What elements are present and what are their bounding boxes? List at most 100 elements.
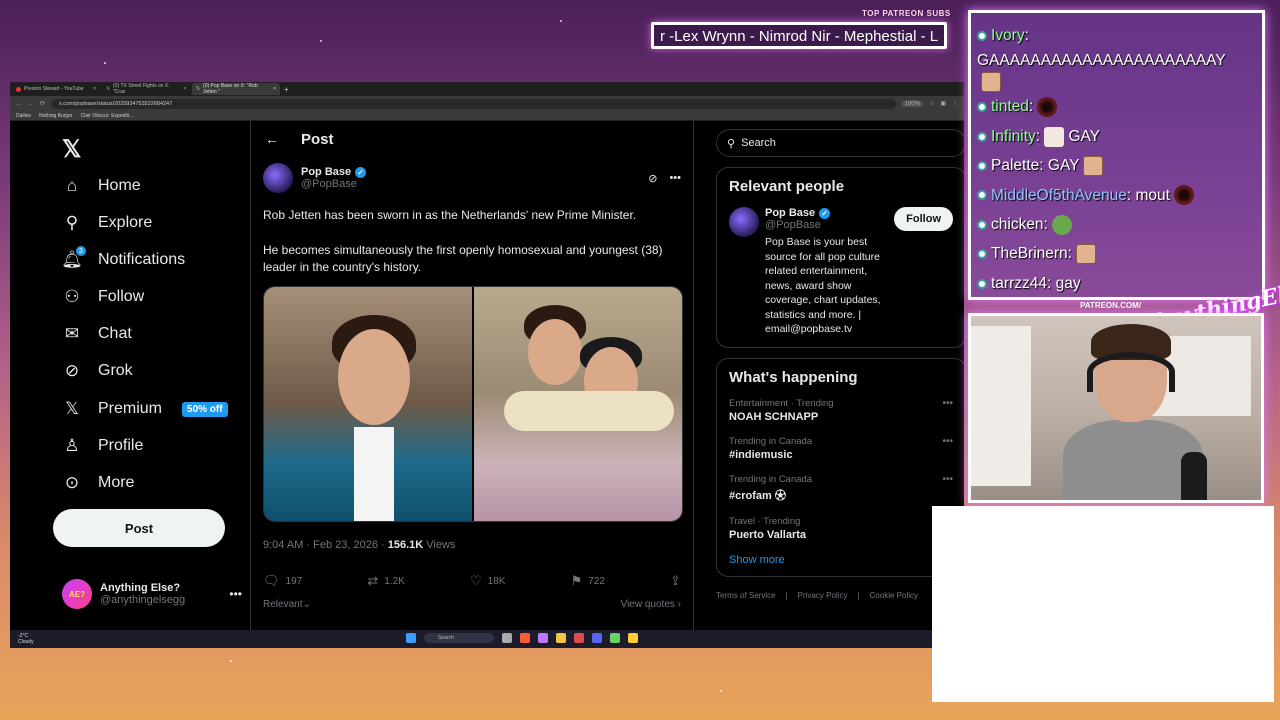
- avatar[interactable]: [729, 207, 759, 237]
- browser-tab-active[interactable]: 𝕏 (0) Pop Base on X: "Rob Jetten " ×: [192, 83, 280, 95]
- taskbar-search[interactable]: Search: [424, 633, 494, 643]
- bookmark-item[interactable]: Clair Obscur: Expediti...: [81, 113, 134, 119]
- grok-icon[interactable]: ⊘: [648, 172, 657, 185]
- author-actions: ⊘ •••: [648, 172, 681, 185]
- footer-link[interactable]: Terms of Service: [716, 591, 776, 600]
- avatar[interactable]: [263, 163, 293, 193]
- nav-label: Follow: [98, 288, 145, 305]
- emote-icon: [1083, 155, 1104, 176]
- close-icon[interactable]: ×: [93, 86, 96, 92]
- weather-widget[interactable]: -2°C Cloudy: [18, 633, 34, 645]
- nav-item-explore[interactable]: ⚲ Explore: [62, 211, 152, 235]
- repost-button[interactable]: ⇄ 1.2K: [367, 573, 404, 589]
- forward-icon[interactable]: →: [28, 101, 34, 107]
- app-icon[interactable]: [610, 633, 620, 643]
- more-dots-icon[interactable]: •••: [942, 436, 953, 447]
- more-icon: ⊙: [64, 473, 80, 492]
- folder-icon[interactable]: [556, 633, 566, 643]
- show-more-link[interactable]: Show more: [729, 554, 953, 566]
- nav-item-grok[interactable]: ⊘ Grok: [62, 359, 133, 383]
- author-name[interactable]: Pop Base ✓: [301, 166, 367, 178]
- author-handle[interactable]: @PopBase: [301, 178, 366, 190]
- nav-item-chat[interactable]: ✉ Chat: [62, 322, 132, 346]
- tweet-timestamp[interactable]: 9:04 AM · Feb 23, 2026 ·: [263, 539, 388, 551]
- footer-link[interactable]: Cookie Policy: [870, 591, 918, 600]
- chevron-right-icon: ›: [677, 599, 681, 610]
- search-icon: ⚲: [727, 137, 736, 150]
- post-button[interactable]: Post: [53, 509, 225, 547]
- browser-tab[interactable]: Preston Stewart - YouTube ×: [12, 83, 100, 95]
- nav-item-home[interactable]: ⌂ Home: [62, 174, 141, 198]
- trend-item[interactable]: Trending in Canada #crofam ⚽︎ •••: [729, 474, 953, 503]
- chat-username: Ivory: [991, 27, 1025, 44]
- reload-icon[interactable]: ⟳: [40, 100, 45, 107]
- app-icon[interactable]: [574, 633, 584, 643]
- chat-username: MiddleOf5thAvenue: [991, 186, 1127, 204]
- more-dots-icon[interactable]: •••: [669, 172, 681, 185]
- more-dots-icon[interactable]: •••: [229, 587, 242, 601]
- star-icon[interactable]: ☆: [929, 100, 934, 107]
- nav-item-profile[interactable]: ♙ Profile: [62, 434, 143, 458]
- trend-context: Travel · Trending: [729, 515, 801, 527]
- x-logo-icon[interactable]: 𝕏: [62, 135, 81, 164]
- repost-count: 1.2K: [384, 575, 405, 587]
- views-label: Views: [423, 539, 456, 551]
- windows-start-icon[interactable]: [406, 633, 416, 643]
- zoom-level[interactable]: 100%: [901, 100, 923, 107]
- sort-dropdown[interactable]: Relevant⌄: [263, 599, 311, 610]
- footer-link[interactable]: Privacy Policy: [798, 591, 848, 600]
- relevant-person[interactable]: Pop Base ✓ @PopBase Pop Base is your best…: [729, 207, 953, 337]
- tweet-media[interactable]: [263, 286, 683, 522]
- view-quotes-link[interactable]: View quotes ›: [621, 599, 681, 610]
- back-icon[interactable]: ←: [16, 101, 22, 107]
- account-name: Anything Else?: [100, 582, 181, 594]
- tweet-photo[interactable]: [474, 287, 682, 521]
- grok-icon: ⊘: [64, 361, 80, 380]
- close-icon[interactable]: ×: [183, 86, 186, 92]
- search-input[interactable]: ⚲ Search: [716, 129, 964, 157]
- discord-icon[interactable]: [592, 633, 602, 643]
- more-dots-icon[interactable]: •••: [942, 398, 953, 409]
- relevant-name-text: Pop Base: [765, 207, 816, 219]
- nav-label: More: [98, 474, 135, 491]
- trend-item[interactable]: Travel · TrendingPuerto Vallarta•••: [729, 516, 953, 541]
- like-button[interactable]: ♡ 18K: [470, 573, 505, 589]
- close-icon[interactable]: ×: [273, 86, 276, 92]
- menu-icon[interactable]: ⋮: [952, 100, 958, 107]
- new-tab-icon[interactable]: +: [284, 85, 289, 94]
- app-icon[interactable]: [520, 633, 530, 643]
- follow-button[interactable]: Follow: [894, 207, 953, 231]
- stream-chat: Ivory: GAAAAAAAAAAAAAAAAAAAAAAY tinted: …: [968, 10, 1265, 300]
- extensions-icon[interactable]: ▣: [940, 100, 946, 107]
- trend-item[interactable]: Entertainment · Trending NOAH SCHNAPP •••: [729, 398, 953, 423]
- browser-tab[interactable]: 𝕏 (0) TX Street Fights on X: "Craz ×: [102, 83, 190, 95]
- chrome-icon[interactable]: [628, 633, 638, 643]
- bookmark-button[interactable]: ⚑ 722: [571, 573, 605, 589]
- trend-context: Trending in Canada: [729, 473, 813, 485]
- chat-username: Infinity: [991, 127, 1036, 145]
- relevant-handle: @PopBase: [765, 219, 821, 231]
- trend-item[interactable]: Trending in Canada #indiemusic •••: [729, 436, 953, 461]
- share-button[interactable]: ⇪: [670, 573, 681, 589]
- taskbar-icons: Search: [406, 633, 638, 643]
- account-switcher[interactable]: AE? Anything Else? @anythingelsegg •••: [62, 579, 242, 609]
- bookmark-item[interactable]: Nothing Burger: [39, 113, 73, 119]
- emote-icon: [1173, 185, 1194, 206]
- relevant-bio: Pop Base is your best source for all pop…: [765, 236, 881, 335]
- nav-item-more[interactable]: ⊙ More: [62, 471, 135, 495]
- task-view-icon[interactable]: [502, 633, 512, 643]
- nav-item-notifications[interactable]: 🔔︎ 3 Notifications: [61, 246, 185, 272]
- relevant-name[interactable]: Pop Base ✓: [765, 207, 888, 219]
- back-arrow-icon[interactable]: ←: [265, 131, 279, 147]
- bookmark-item[interactable]: Dailies: [16, 113, 31, 119]
- nav-item-premium[interactable]: 𝕏 Premium 50% off: [62, 397, 228, 421]
- url-input[interactable]: x.com/popbase/status/2025934753522684247: [51, 98, 896, 109]
- bookmark-icon: ⚑: [570, 573, 583, 588]
- chat-message: [977, 72, 1256, 93]
- bookmarks-bar: Dailies Nothing Burger Clair Obscur: Exp…: [10, 111, 964, 121]
- nav-item-follow[interactable]: ⚇ Follow: [62, 285, 144, 309]
- more-dots-icon[interactable]: •••: [942, 474, 953, 485]
- app-icon[interactable]: [538, 633, 548, 643]
- tweet-photo[interactable]: [264, 287, 472, 521]
- reply-button[interactable]: 🗨︎ 197: [263, 573, 302, 589]
